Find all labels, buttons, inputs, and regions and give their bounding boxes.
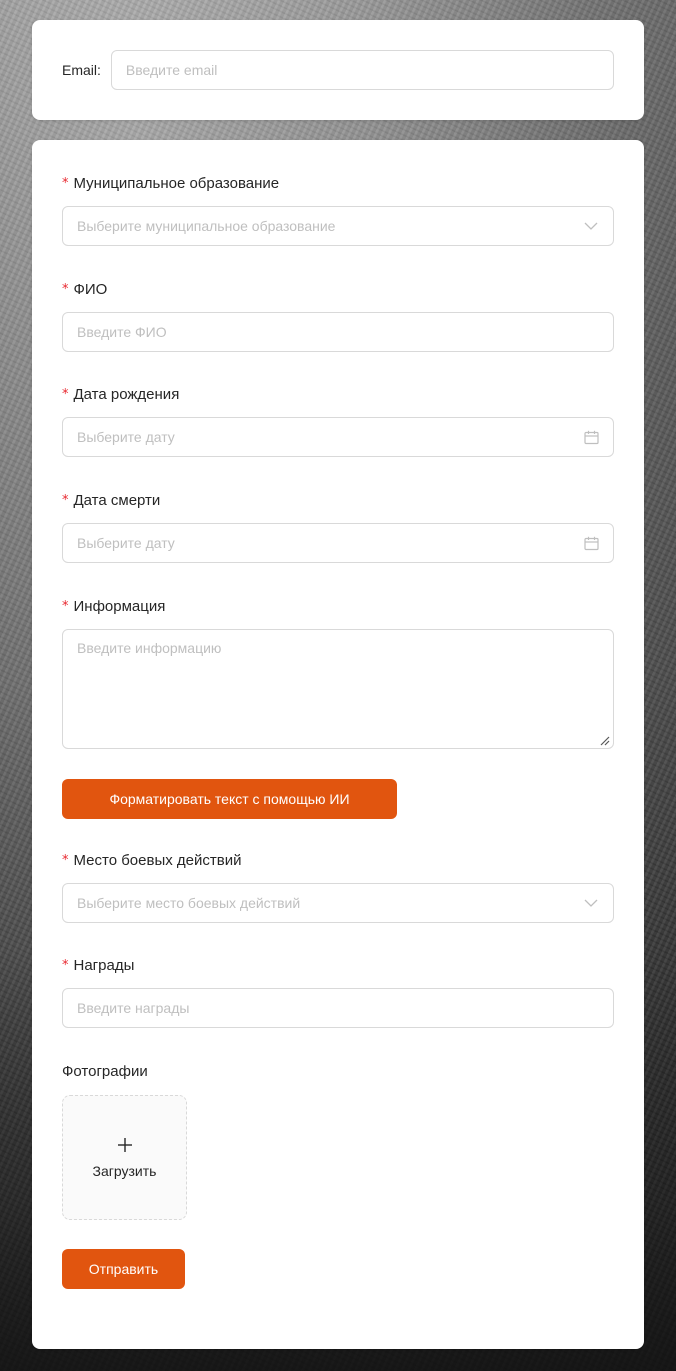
email-placeholder: Введите email (125, 62, 218, 78)
info-field: * Информация Введите информацию (62, 596, 614, 749)
required-mark: * (62, 176, 69, 191)
fio-input[interactable]: Введите ФИО (62, 312, 614, 352)
municipality-label: * Муниципальное образование (62, 175, 280, 192)
death-date-field: * Дата смерти Выберите дату (62, 490, 614, 563)
format-ai-button[interactable]: Форматировать текст с помощью ИИ (62, 779, 397, 819)
required-mark: * (62, 958, 69, 973)
memorial-form: * Муниципальное образование Выберите муни… (32, 140, 644, 1349)
municipality-select[interactable]: Выберите муниципальное образование (62, 206, 614, 246)
required-mark: * (62, 853, 69, 868)
info-textarea[interactable]: Введите информацию (62, 629, 614, 749)
birth-date-field: * Дата рождения Выберите дату (62, 384, 614, 457)
plus-icon (117, 1137, 132, 1152)
required-mark: * (62, 387, 69, 402)
chevron-down-icon (583, 895, 599, 911)
fio-placeholder: Введите ФИО (77, 324, 167, 340)
info-placeholder: Введите информацию (77, 640, 222, 656)
awards-field: * Награды Введите награды (62, 955, 614, 1028)
calendar-icon (583, 535, 599, 551)
required-mark: * (62, 282, 69, 297)
battle-place-field: * Место боевых действий Выберите место бо… (62, 850, 614, 923)
death-date-picker[interactable]: Выберите дату (62, 523, 614, 563)
calendar-icon (583, 429, 599, 445)
photos-field: Фотографии (62, 1061, 614, 1083)
email-row: Email: Введите email (62, 50, 614, 90)
resize-grip-icon[interactable] (598, 733, 610, 746)
required-mark: * (62, 599, 69, 614)
photo-upload-button[interactable]: Загрузить (62, 1095, 187, 1220)
battle-place-select[interactable]: Выберите место боевых действий (62, 883, 614, 923)
email-input[interactable]: Введите email (110, 50, 614, 90)
awards-input[interactable]: Введите награды (62, 988, 614, 1028)
info-label: * Информация (62, 598, 166, 615)
required-mark: * (62, 493, 69, 508)
fio-label: * ФИО (62, 281, 108, 298)
awards-placeholder: Введите награды (77, 1000, 190, 1016)
awards-label: * Награды (62, 957, 135, 974)
fio-field: * ФИО Введите ФИО (62, 279, 614, 352)
birth-date-label: * Дата рождения (62, 386, 180, 403)
death-date-placeholder: Выберите дату (77, 535, 175, 551)
chevron-down-icon (583, 218, 599, 234)
email-label: Email: (62, 62, 101, 78)
submit-button[interactable]: Отправить (62, 1249, 185, 1289)
municipality-field: * Муниципальное образование Выберите муни… (62, 173, 614, 246)
battle-place-placeholder: Выберите место боевых действий (77, 895, 301, 911)
email-card: Email: Введите email (32, 20, 644, 120)
battle-place-label: * Место боевых действий (62, 852, 242, 869)
birth-date-placeholder: Выберите дату (77, 429, 175, 445)
birth-date-picker[interactable]: Выберите дату (62, 417, 614, 457)
death-date-label: * Дата смерти (62, 492, 161, 509)
upload-label: Загрузить (92, 1162, 157, 1179)
photos-label: Фотографии (62, 1063, 148, 1080)
municipality-placeholder: Выберите муниципальное образование (77, 218, 336, 234)
